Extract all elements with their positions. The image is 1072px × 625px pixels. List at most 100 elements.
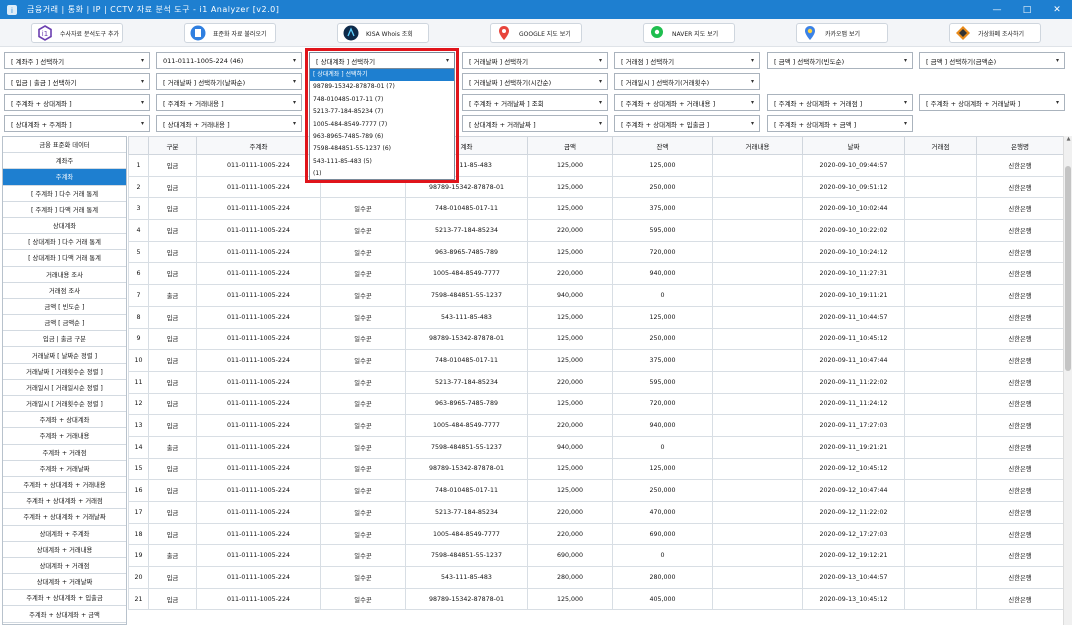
table-cell[interactable]: 748-010485-017-11 xyxy=(405,197,528,221)
main-counterparty-select[interactable]: [ 주계좌 + 상대계좌 ] ▾ xyxy=(4,94,150,111)
table-cell[interactable]: 690,000 xyxy=(527,544,613,568)
table-cell[interactable] xyxy=(712,327,803,351)
kisa-whois-button[interactable]: KISA Whois 조회 xyxy=(337,23,429,43)
table-cell[interactable]: 일수꾼 xyxy=(320,305,406,329)
table-cell[interactable] xyxy=(904,305,977,329)
table-cell[interactable]: 입금 xyxy=(148,197,197,221)
sidebar-item[interactable]: 금액 [ 빈도순 ] xyxy=(3,299,126,316)
dropdown-option[interactable]: 7598-484851-55-1237 (6) xyxy=(310,143,454,155)
table-cell[interactable] xyxy=(712,544,803,568)
table-cell[interactable]: 543-111-85-483 xyxy=(405,566,528,589)
sidebar-item[interactable]: 주계좌 + 상대계좌 xyxy=(3,412,126,429)
row-number[interactable]: 8 xyxy=(128,305,149,329)
table-cell[interactable]: 98789-15342-87878-01 xyxy=(405,457,528,481)
table-cell[interactable] xyxy=(904,240,977,264)
table-row[interactable]: 8 입금 011-0111-1005-224 일수꾼 543-111-85-483 125… xyxy=(128,305,1063,329)
maximize-button[interactable]: □ xyxy=(1012,0,1042,19)
table-cell[interactable]: 5213-77-184-85234 xyxy=(405,501,528,524)
table-cell[interactable]: 2020-09-12_10:47:44 xyxy=(802,479,905,502)
table-row[interactable]: 1 입금 011-0111-1005-224 543-111-85-483 125,00… xyxy=(128,154,1063,177)
table-cell[interactable]: 신한은행 xyxy=(976,544,1063,568)
sidebar-item[interactable]: 상대계좌 + 주계좌 xyxy=(3,526,126,542)
table-cell[interactable]: 2020-09-10_09:44:57 xyxy=(802,154,905,177)
table-cell[interactable]: 720,000 xyxy=(612,392,713,416)
table-cell[interactable] xyxy=(712,522,803,546)
table-cell[interactable]: 2020-09-10_10:22:02 xyxy=(802,219,905,242)
main-date-select[interactable]: [ 주계좌 + 거래날짜 ] 조회 ▾ xyxy=(462,94,608,111)
table-cell[interactable]: 입금 xyxy=(148,414,197,437)
table-cell[interactable]: 125,000 xyxy=(527,392,613,416)
table-cell[interactable] xyxy=(712,349,803,372)
row-number[interactable]: 4 xyxy=(128,219,149,242)
table-cell[interactable]: 595,000 xyxy=(612,219,713,242)
table-cell[interactable]: 011-0111-1005-224 xyxy=(196,370,321,394)
table-cell[interactable]: 220,000 xyxy=(527,501,613,524)
table-cell[interactable]: 2020-09-12_11:22:02 xyxy=(802,501,905,524)
datetime-count-select[interactable]: [ 거래일시 ] 선택하기(거래횟수) ▾ xyxy=(614,73,760,90)
table-cell[interactable]: 입금 xyxy=(148,305,197,329)
table-cell[interactable]: 입금 xyxy=(148,501,197,524)
table-cell[interactable]: 입금 xyxy=(148,587,197,611)
table-cell[interactable]: 963-8965-7485-789 xyxy=(405,392,528,416)
table-cell[interactable] xyxy=(712,197,803,221)
table-cell[interactable]: 011-0111-1005-224 xyxy=(196,522,321,546)
table-cell[interactable]: 신한은행 xyxy=(976,197,1063,221)
table-cell[interactable]: 2020-09-11_11:24:12 xyxy=(802,392,905,416)
row-number[interactable]: 9 xyxy=(128,327,149,351)
sidebar-item[interactable]: 주계좌 + 거래날짜 xyxy=(3,461,126,477)
row-number[interactable]: 16 xyxy=(128,479,149,502)
sidebar-item[interactable]: 상대계좌 + 거래점 xyxy=(3,558,126,575)
table-cell[interactable]: 125,000 xyxy=(527,327,613,351)
close-button[interactable]: ✕ xyxy=(1042,0,1072,19)
crypto-investigation-button[interactable]: 가상화폐 조사하기 xyxy=(949,23,1041,43)
table-cell[interactable]: 0 xyxy=(612,435,713,459)
dropdown-option[interactable]: 748-010485-017-11 (7) xyxy=(310,94,454,106)
table-cell[interactable]: 신한은행 xyxy=(976,479,1063,502)
table-cell[interactable]: 입금 xyxy=(148,327,197,351)
column-header[interactable]: 주계좌 xyxy=(196,136,321,155)
amount-value-select[interactable]: [ 금액 ] 선택하기(금액순) ▾ xyxy=(919,52,1065,69)
table-cell[interactable]: 입금 xyxy=(148,219,197,242)
minimize-button[interactable]: — xyxy=(982,0,1012,19)
row-number[interactable]: 1 xyxy=(128,154,149,177)
table-cell[interactable]: 입금 xyxy=(148,522,197,546)
table-cell[interactable]: 748-010485-017-11 xyxy=(405,349,528,372)
table-cell[interactable]: 2020-09-12_19:12:21 xyxy=(802,544,905,568)
table-cell[interactable]: 일수꾼 xyxy=(320,414,406,437)
table-cell[interactable]: 0 xyxy=(612,544,713,568)
table-cell[interactable]: 125,000 xyxy=(527,479,613,502)
sidebar-item[interactable]: 상대계좌 + 거래내용 xyxy=(3,542,126,558)
table-row[interactable]: 17 입금 011-0111-1005-224 일수꾼 5213-77-184-8523… xyxy=(128,501,1063,524)
table-cell[interactable]: 963-8965-7485-789 xyxy=(405,240,528,264)
table-cell[interactable]: 입금 xyxy=(148,457,197,481)
table-cell[interactable]: 125,000 xyxy=(612,457,713,481)
column-header[interactable] xyxy=(128,136,149,155)
table-cell[interactable]: 신한은행 xyxy=(976,522,1063,546)
table-cell[interactable]: 일수꾼 xyxy=(320,457,406,481)
table-cell[interactable]: 2020-09-10_09:51:12 xyxy=(802,175,905,199)
table-cell[interactable]: 011-0111-1005-224 xyxy=(196,262,321,286)
table-cell[interactable]: 신한은행 xyxy=(976,414,1063,437)
table-cell[interactable]: 신한은행 xyxy=(976,240,1063,264)
table-cell[interactable] xyxy=(904,479,977,502)
table-cell[interactable]: 125,000 xyxy=(527,197,613,221)
table-cell[interactable]: 2020-09-13_10:45:12 xyxy=(802,587,905,611)
table-cell[interactable]: 신한은행 xyxy=(976,349,1063,372)
table-cell[interactable]: 011-0111-1005-224 xyxy=(196,219,321,242)
table-cell[interactable] xyxy=(904,262,977,286)
sidebar-item[interactable]: 계좌주 xyxy=(3,153,126,170)
dropdown-option[interactable]: (1) xyxy=(310,168,454,180)
table-cell[interactable]: 일수꾼 xyxy=(320,240,406,264)
table-cell[interactable]: 011-0111-1005-224 xyxy=(196,284,321,307)
table-cell[interactable]: 280,000 xyxy=(527,566,613,589)
sidebar-item[interactable]: 거래일시 [ 거래횟수순 정렬 ] xyxy=(3,396,126,413)
table-cell[interactable]: 250,000 xyxy=(612,479,713,502)
table-cell[interactable]: 일수꾼 xyxy=(320,587,406,611)
table-cell[interactable] xyxy=(904,284,977,307)
table-cell[interactable]: 220,000 xyxy=(527,522,613,546)
table-cell[interactable]: 신한은행 xyxy=(976,284,1063,307)
transaction-date-select[interactable]: [ 거래날짜 ] 선택하기 ▾ xyxy=(462,52,608,69)
sidebar-item[interactable]: 주계좌 + 거래내용 xyxy=(3,428,126,445)
main-counterparty-inout-select[interactable]: [ 주계좌 + 상대계좌 + 입출금 ] ▾ xyxy=(614,115,760,132)
column-header[interactable]: 거래점 xyxy=(904,136,977,155)
